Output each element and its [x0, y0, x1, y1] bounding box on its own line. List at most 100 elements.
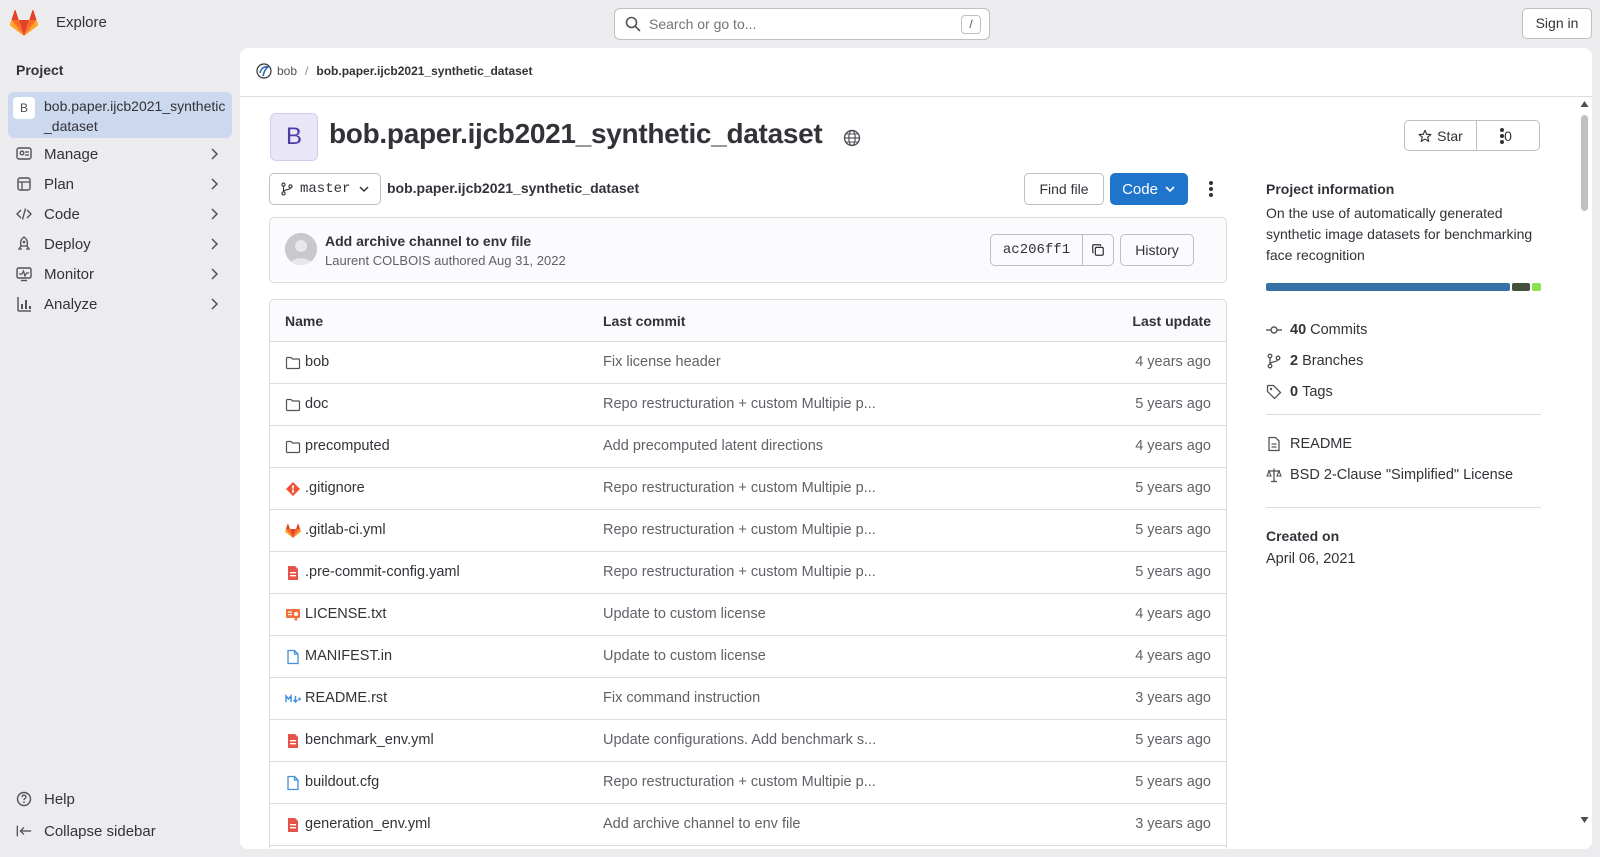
analyze-icon: [16, 296, 32, 312]
search-placeholder: Search or go to...: [649, 16, 757, 32]
file-name-link[interactable]: precomputed: [305, 438, 390, 454]
sign-in-button[interactable]: Sign in: [1522, 8, 1592, 39]
sidebar-item-monitor[interactable]: Monitor: [8, 260, 232, 288]
file-name-link[interactable]: buildout.cfg: [305, 774, 379, 790]
table-row[interactable]: .gitignore Repo restructuration + custom …: [270, 468, 1226, 510]
sidebar-section-title: Project: [16, 62, 64, 78]
yaml-file-icon: [285, 565, 301, 581]
scrollbar-thumb[interactable]: [1581, 115, 1588, 211]
file-name-link[interactable]: bob: [305, 354, 329, 370]
author-avatar[interactable]: [285, 233, 317, 265]
repo-path[interactable]: bob.paper.ijcb2021_synthetic_dataset: [387, 180, 639, 196]
commit-message-link[interactable]: Repo restructuration + custom Multipie p…: [603, 396, 876, 412]
scroll-down-icon[interactable]: [1580, 816, 1589, 824]
search-shortcut-key: /: [961, 15, 981, 34]
table-row[interactable]: buildout.cfg Repo restructuration + custo…: [270, 762, 1226, 804]
table-row[interactable]: doc Repo restructuration + custom Multipi…: [270, 384, 1226, 426]
sidebar-project-name: bob.paper.ijcb2021_synthetic_dataset: [44, 98, 226, 134]
file-name-link[interactable]: MANIFEST.in: [305, 648, 392, 664]
language-bar[interactable]: [1266, 283, 1541, 291]
top-bar: Explore Search or go to... / Sign in: [0, 0, 1600, 48]
sidebar-item-analyze[interactable]: Analyze: [8, 290, 232, 318]
language-segment[interactable]: [1531, 283, 1541, 291]
scrollbar[interactable]: [1577, 98, 1592, 849]
commit-sha[interactable]: ac206ff1: [991, 235, 1083, 265]
file-name-link[interactable]: LICENSE.txt: [305, 606, 386, 622]
table-row[interactable]: .gitlab-ci.yml Repo restructuration + cus…: [270, 510, 1226, 552]
breadcrumb-project[interactable]: bob.paper.ijcb2021_synthetic_dataset: [316, 64, 532, 78]
search-bar[interactable]: Search or go to... /: [614, 8, 990, 40]
branch-icon: [1266, 353, 1282, 369]
file-name-link[interactable]: generation_env.yml: [305, 816, 430, 832]
commit-message-link[interactable]: Repo restructuration + custom Multipie p…: [603, 774, 876, 790]
commits-link[interactable]: 40 Commits: [1266, 322, 1367, 338]
star-button[interactable]: Star: [1405, 121, 1477, 150]
commit-message-link[interactable]: Add archive channel to env file: [603, 816, 801, 832]
table-row[interactable]: benchmark_env.yml Update configurations. …: [270, 720, 1226, 762]
commit-message-link[interactable]: Add precomputed latent directions: [603, 438, 823, 454]
table-row[interactable]: bob Fix license header 4 years ago: [270, 342, 1226, 384]
copy-icon: [1092, 244, 1104, 256]
license-link[interactable]: BSD 2-Clause "Simplified" License: [1266, 467, 1513, 483]
last-update-time: 5 years ago: [1135, 522, 1211, 538]
gitlab-logo-icon[interactable]: [10, 10, 38, 37]
copy-sha-button[interactable]: [1083, 235, 1113, 265]
commit-message-link[interactable]: Repo restructuration + custom Multipie p…: [603, 564, 876, 580]
language-segment[interactable]: [1511, 283, 1530, 291]
last-update-time: 5 years ago: [1135, 480, 1211, 496]
breadcrumb-group[interactable]: bob: [277, 64, 297, 78]
commit-message-link[interactable]: Fix license header: [603, 354, 721, 370]
sidebar-item-plan[interactable]: Plan: [8, 170, 232, 198]
table-row[interactable]: LICENSE.txt Update to custom license 4 yea…: [270, 594, 1226, 636]
table-row[interactable]: generation_env.yml Add archive channel to…: [270, 804, 1226, 846]
table-row[interactable]: .pre-commit-config.yaml Repo restructurat…: [270, 552, 1226, 594]
commit-author[interactable]: Laurent COLBOIS: [325, 253, 431, 268]
header-last-update: Last update: [1132, 313, 1211, 329]
commit-title[interactable]: Add archive channel to env file: [325, 233, 531, 249]
readme-link[interactable]: README: [1266, 436, 1352, 452]
branch-selector[interactable]: master: [269, 173, 381, 205]
last-update-time: 5 years ago: [1135, 732, 1211, 748]
commit-message-link[interactable]: Update to custom license: [603, 648, 766, 664]
main-panel: bob / bob.paper.ijcb2021_synthetic_datas…: [240, 48, 1592, 849]
collapse-left-icon: [16, 823, 32, 839]
table-row[interactable]: precomputed Add precomputed latent direct…: [270, 426, 1226, 468]
commit-message-link[interactable]: Fix command instruction: [603, 690, 760, 706]
collapse-sidebar-label: Collapse sidebar: [44, 822, 156, 840]
file-name-link[interactable]: doc: [305, 396, 328, 412]
commit-message-link[interactable]: Repo restructuration + custom Multipie p…: [603, 480, 876, 496]
commit-message-link[interactable]: Update configurations. Add benchmark s..…: [603, 732, 876, 748]
manage-icon: [16, 146, 32, 162]
code-dropdown-button[interactable]: Code: [1110, 173, 1188, 205]
project-avatar-large: B: [270, 113, 318, 161]
tags-link[interactable]: 0 Tags: [1266, 384, 1333, 400]
file-name-link[interactable]: README.rst: [305, 690, 387, 706]
help-button[interactable]: Help: [8, 785, 232, 813]
chevron-down-icon: [359, 186, 369, 193]
last-update-time: 4 years ago: [1135, 438, 1211, 454]
code-icon: [16, 206, 32, 222]
sidebar-item-manage[interactable]: Manage: [8, 140, 232, 168]
table-row[interactable]: MANIFEST.in Update to custom license 4 yea…: [270, 636, 1226, 678]
file-name-link[interactable]: .gitlab-ci.yml: [305, 522, 386, 538]
commit-message-link[interactable]: Repo restructuration + custom Multipie p…: [603, 522, 876, 538]
sidebar-item-code[interactable]: Code: [8, 200, 232, 228]
file-icon: [285, 649, 301, 665]
sidebar-item-project[interactable]: B bob.paper.ijcb2021_synthetic_dataset: [8, 92, 232, 138]
branches-label: Branches: [1302, 353, 1364, 369]
collapse-sidebar-button[interactable]: Collapse sidebar: [8, 817, 232, 845]
commit-message-link[interactable]: Update to custom license: [603, 606, 766, 622]
table-row[interactable]: README.rst Fix command instruction 3 years…: [270, 678, 1226, 720]
file-name-link[interactable]: .pre-commit-config.yaml: [305, 564, 460, 580]
language-segment[interactable]: [1266, 283, 1510, 291]
file-name-link[interactable]: benchmark_env.yml: [305, 732, 434, 748]
scroll-up-icon[interactable]: [1580, 100, 1589, 108]
explore-link[interactable]: Explore: [56, 14, 107, 31]
find-file-button[interactable]: Find file: [1024, 173, 1104, 205]
file-name-link[interactable]: .gitignore: [305, 480, 365, 496]
history-button[interactable]: History: [1120, 234, 1194, 266]
repo-actions-kebab-icon[interactable]: [1203, 179, 1219, 199]
branches-link[interactable]: 2 Branches: [1266, 353, 1363, 369]
project-actions-kebab-icon[interactable]: [1494, 126, 1510, 146]
sidebar-item-deploy[interactable]: Deploy: [8, 230, 232, 258]
